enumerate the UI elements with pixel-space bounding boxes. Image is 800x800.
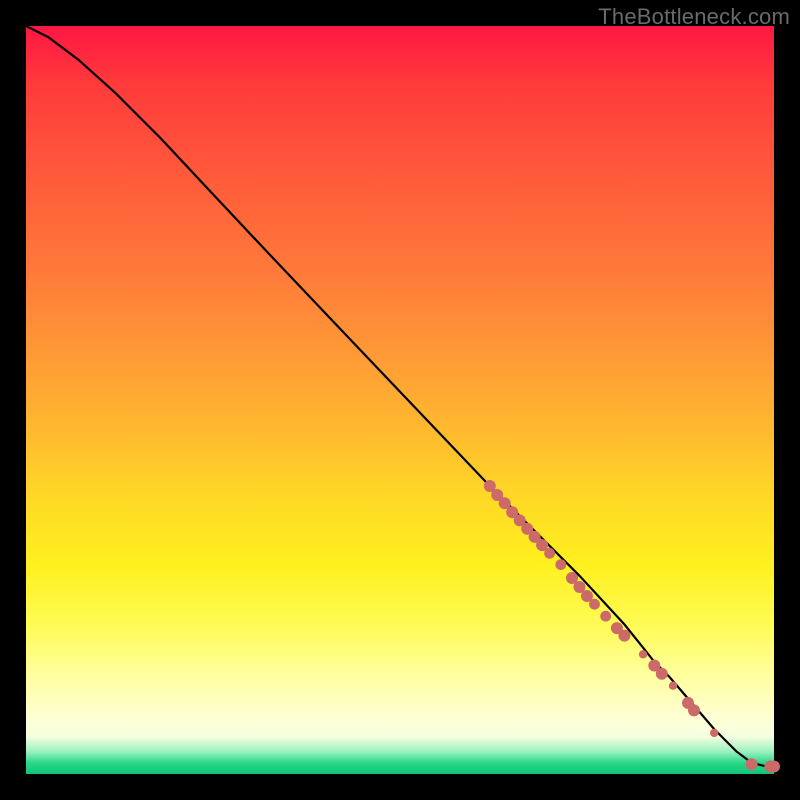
data-marker (639, 650, 647, 658)
marker-group (484, 480, 780, 773)
data-marker (688, 704, 700, 716)
data-marker (544, 548, 555, 559)
data-marker (600, 611, 611, 622)
curve-line (26, 26, 774, 767)
data-marker (656, 668, 668, 680)
chart-frame: TheBottleneck.com (0, 0, 800, 800)
data-marker (618, 630, 630, 642)
chart-svg (26, 26, 774, 774)
data-marker (669, 682, 677, 690)
data-marker (768, 761, 780, 773)
data-marker (555, 559, 566, 570)
data-marker (746, 758, 758, 770)
plot-area (26, 26, 774, 774)
data-marker (589, 599, 600, 610)
watermark-label: TheBottleneck.com (598, 4, 790, 30)
data-marker (710, 729, 718, 737)
